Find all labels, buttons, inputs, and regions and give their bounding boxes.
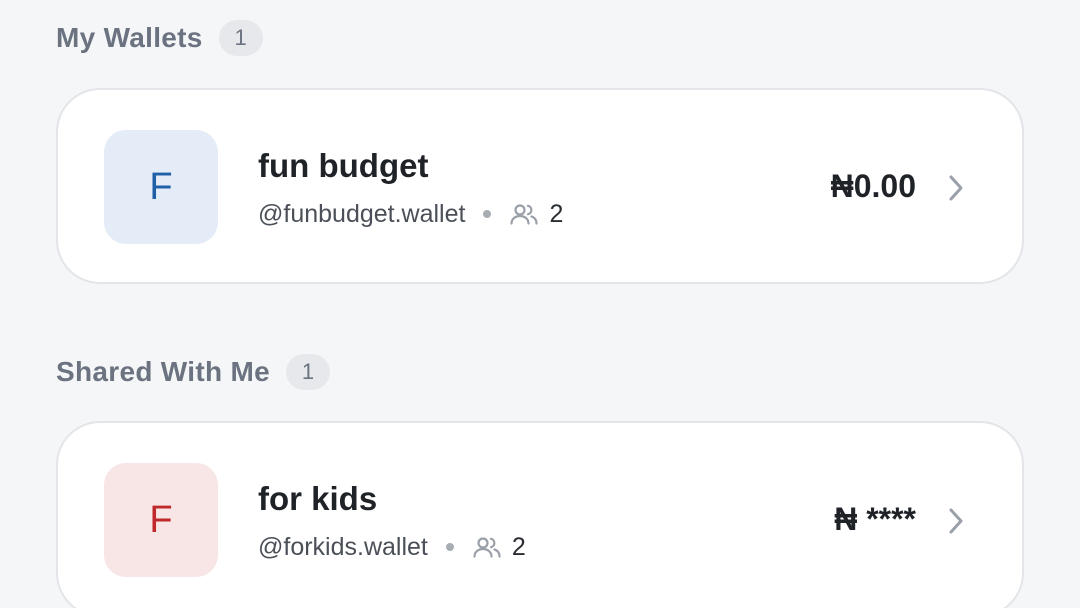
separator-dot [445, 543, 454, 551]
wallet-meta: @funbudget.wallet 2 [258, 198, 563, 230]
chevron-right-icon[interactable] [946, 174, 966, 202]
wallet-name: fun budget [258, 147, 429, 184]
wallet-card-fun-budget[interactable]: F fun budget @funbudget.wallet 2 ₦0.00 [56, 88, 1024, 284]
wallet-handle: @forkids.wallet [258, 533, 428, 561]
wallet-handle: @funbudget.wallet [258, 200, 466, 228]
wallet-balance: ₦0.00 [830, 168, 916, 204]
section-title-my-wallets: My Wallets [56, 22, 203, 53]
members-count: 2 [511, 533, 526, 561]
wallets-page: My Wallets 1 F fun budget @funbudget.wal… [0, 0, 1080, 608]
wallet-name: for kids [258, 480, 378, 517]
my-wallets-header: My Wallets 1 [56, 20, 263, 56]
wallet-avatar: F [104, 463, 218, 577]
section-title-shared-with-me: Shared With Me [56, 356, 270, 387]
shared-with-me-header: Shared With Me 1 [56, 354, 330, 390]
members-icon [509, 202, 539, 226]
members-count: 2 [549, 200, 564, 228]
my-wallets-count-badge: 1 [218, 20, 263, 56]
wallet-balance-hidden: ₦ **** [834, 501, 916, 537]
separator-dot [483, 210, 492, 218]
shared-with-me-count-badge: 1 [285, 354, 330, 390]
wallet-card-for-kids[interactable]: F for kids @forkids.wallet 2 ₦ **** [56, 421, 1024, 608]
wallet-meta: @forkids.wallet 2 [258, 531, 526, 563]
wallet-avatar: F [104, 130, 218, 244]
chevron-right-icon[interactable] [946, 507, 966, 535]
members-icon [472, 535, 502, 559]
